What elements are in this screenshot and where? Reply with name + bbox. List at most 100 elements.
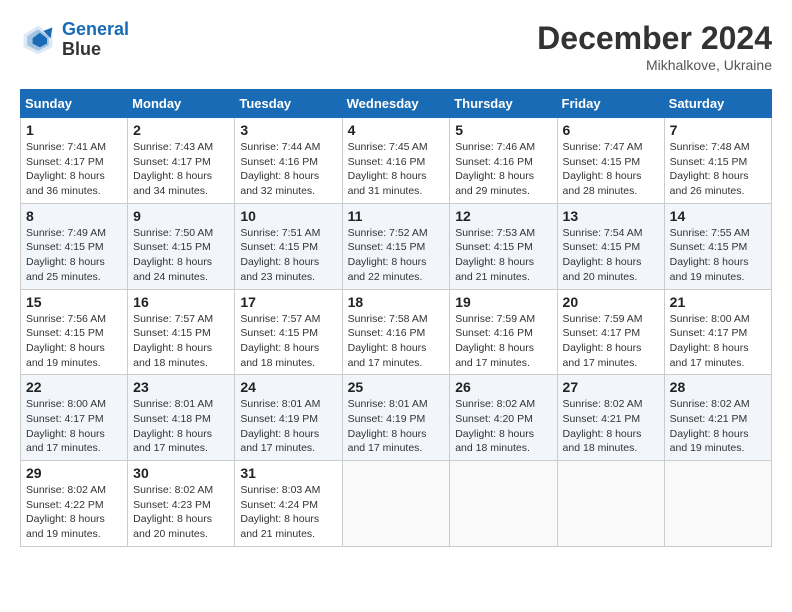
calendar-cell: 8 Sunrise: 7:49 AMSunset: 4:15 PMDaylight… [21,203,128,289]
day-info: Sunrise: 8:01 AMSunset: 4:18 PMDaylight:… [133,397,229,456]
calendar-cell: 16Sunrise: 7:57 AMSunset: 4:15 PMDayligh… [128,289,235,375]
day-number: 16 [133,294,229,310]
day-info: Sunrise: 7:48 AMSunset: 4:15 PMDaylight:… [670,140,766,199]
calendar-cell: 1 Sunrise: 7:41 AMSunset: 4:17 PMDaylight… [21,118,128,204]
day-number: 8 [26,208,122,224]
calendar-cell: 26 Sunrise: 8:02 AMSunset: 4:20 PMDayligh… [450,375,557,461]
logo-line1: General [62,19,129,39]
calendar-cell: 14Sunrise: 7:55 AMSunset: 4:15 PMDayligh… [664,203,771,289]
calendar-cell: 21 Sunrise: 8:00 AMSunset: 4:17 PMDayligh… [664,289,771,375]
day-number: 21 [670,294,766,310]
day-info: Sunrise: 7:58 AMSunset: 4:16 PMDaylight:… [348,312,445,371]
title-block: December 2024 Mikhalkove, Ukraine [537,20,772,73]
day-number: 9 [133,208,229,224]
day-info: Sunrise: 7:44 AMSunset: 4:16 PMDaylight:… [240,140,336,199]
day-info: Sunrise: 8:02 AMSunset: 4:21 PMDaylight:… [563,397,659,456]
calendar-cell: 3 Sunrise: 7:44 AMSunset: 4:16 PMDaylight… [235,118,342,204]
location-subtitle: Mikhalkove, Ukraine [537,57,772,73]
day-info: Sunrise: 7:50 AMSunset: 4:15 PMDaylight:… [133,226,229,285]
day-info: Sunrise: 8:00 AMSunset: 4:17 PMDaylight:… [26,397,122,456]
calendar-cell [557,461,664,547]
calendar-week-row: 29 Sunrise: 8:02 AMSunset: 4:22 PMDayligh… [21,461,772,547]
weekday-header: Saturday [664,90,771,118]
day-number: 31 [240,465,336,481]
day-info: Sunrise: 7:59 AMSunset: 4:17 PMDaylight:… [563,312,659,371]
calendar-cell: 19 Sunrise: 7:59 AMSunset: 4:16 PMDayligh… [450,289,557,375]
day-number: 28 [670,379,766,395]
logo-icon [20,22,56,58]
day-number: 1 [26,122,122,138]
day-info: Sunrise: 7:57 AMSunset: 4:15 PMDaylight:… [240,312,336,371]
day-number: 20 [563,294,659,310]
calendar-cell: 11 Sunrise: 7:52 AMSunset: 4:15 PMDayligh… [342,203,450,289]
day-number: 6 [563,122,659,138]
calendar-cell: 23 Sunrise: 8:01 AMSunset: 4:18 PMDayligh… [128,375,235,461]
day-number: 17 [240,294,336,310]
day-number: 24 [240,379,336,395]
day-info: Sunrise: 7:52 AMSunset: 4:15 PMDaylight:… [348,226,445,285]
logo-line2: Blue [62,40,129,60]
calendar-cell: 22Sunrise: 8:00 AMSunset: 4:17 PMDayligh… [21,375,128,461]
month-title: December 2024 [537,20,772,57]
day-info: Sunrise: 8:01 AMSunset: 4:19 PMDaylight:… [240,397,336,456]
day-number: 26 [455,379,551,395]
calendar-cell: 24 Sunrise: 8:01 AMSunset: 4:19 PMDayligh… [235,375,342,461]
calendar-cell [450,461,557,547]
calendar-cell: 6 Sunrise: 7:47 AMSunset: 4:15 PMDaylight… [557,118,664,204]
day-info: Sunrise: 7:41 AMSunset: 4:17 PMDaylight:… [26,140,122,199]
calendar-cell: 29 Sunrise: 8:02 AMSunset: 4:22 PMDayligh… [21,461,128,547]
page-header: General Blue December 2024 Mikhalkove, U… [20,20,772,73]
day-info: Sunrise: 7:47 AMSunset: 4:15 PMDaylight:… [563,140,659,199]
day-info: Sunrise: 8:02 AMSunset: 4:22 PMDaylight:… [26,483,122,542]
day-number: 23 [133,379,229,395]
calendar-cell: 9 Sunrise: 7:50 AMSunset: 4:15 PMDaylight… [128,203,235,289]
day-number: 19 [455,294,551,310]
day-number: 29 [26,465,122,481]
calendar-cell: 31Sunrise: 8:03 AMSunset: 4:24 PMDayligh… [235,461,342,547]
calendar-cell: 7 Sunrise: 7:48 AMSunset: 4:15 PMDaylight… [664,118,771,204]
calendar-cell: 13 Sunrise: 7:54 AMSunset: 4:15 PMDayligh… [557,203,664,289]
calendar-cell: 2 Sunrise: 7:43 AMSunset: 4:17 PMDaylight… [128,118,235,204]
weekday-header: Sunday [21,90,128,118]
day-number: 7 [670,122,766,138]
day-info: Sunrise: 8:00 AMSunset: 4:17 PMDaylight:… [670,312,766,371]
day-info: Sunrise: 7:59 AMSunset: 4:16 PMDaylight:… [455,312,551,371]
day-info: Sunrise: 8:02 AMSunset: 4:20 PMDaylight:… [455,397,551,456]
day-number: 2 [133,122,229,138]
day-info: Sunrise: 8:02 AMSunset: 4:23 PMDaylight:… [133,483,229,542]
weekday-header: Tuesday [235,90,342,118]
day-number: 11 [348,208,445,224]
day-info: Sunrise: 7:43 AMSunset: 4:17 PMDaylight:… [133,140,229,199]
day-info: Sunrise: 7:56 AMSunset: 4:15 PMDaylight:… [26,312,122,371]
calendar-week-row: 15 Sunrise: 7:56 AMSunset: 4:15 PMDayligh… [21,289,772,375]
day-info: Sunrise: 7:45 AMSunset: 4:16 PMDaylight:… [348,140,445,199]
day-info: Sunrise: 7:54 AMSunset: 4:15 PMDaylight:… [563,226,659,285]
weekday-header: Wednesday [342,90,450,118]
day-number: 18 [348,294,445,310]
day-number: 12 [455,208,551,224]
day-info: Sunrise: 7:51 AMSunset: 4:15 PMDaylight:… [240,226,336,285]
calendar-cell: 15 Sunrise: 7:56 AMSunset: 4:15 PMDayligh… [21,289,128,375]
calendar-cell: 30Sunrise: 8:02 AMSunset: 4:23 PMDayligh… [128,461,235,547]
calendar-cell: 27Sunrise: 8:02 AMSunset: 4:21 PMDayligh… [557,375,664,461]
day-number: 25 [348,379,445,395]
calendar-cell: 18 Sunrise: 7:58 AMSunset: 4:16 PMDayligh… [342,289,450,375]
day-number: 3 [240,122,336,138]
day-number: 15 [26,294,122,310]
calendar-cell: 17 Sunrise: 7:57 AMSunset: 4:15 PMDayligh… [235,289,342,375]
calendar-cell: 25Sunrise: 8:01 AMSunset: 4:19 PMDayligh… [342,375,450,461]
calendar-week-row: 22Sunrise: 8:00 AMSunset: 4:17 PMDayligh… [21,375,772,461]
day-info: Sunrise: 8:02 AMSunset: 4:21 PMDaylight:… [670,397,766,456]
day-number: 4 [348,122,445,138]
day-number: 13 [563,208,659,224]
logo-text: General Blue [62,20,129,60]
day-number: 5 [455,122,551,138]
calendar-cell: 12 Sunrise: 7:53 AMSunset: 4:15 PMDayligh… [450,203,557,289]
weekday-header: Monday [128,90,235,118]
day-number: 10 [240,208,336,224]
day-info: Sunrise: 7:53 AMSunset: 4:15 PMDaylight:… [455,226,551,285]
calendar-cell [664,461,771,547]
day-info: Sunrise: 7:49 AMSunset: 4:15 PMDaylight:… [26,226,122,285]
calendar-cell: 5 Sunrise: 7:46 AMSunset: 4:16 PMDaylight… [450,118,557,204]
day-info: Sunrise: 7:46 AMSunset: 4:16 PMDaylight:… [455,140,551,199]
